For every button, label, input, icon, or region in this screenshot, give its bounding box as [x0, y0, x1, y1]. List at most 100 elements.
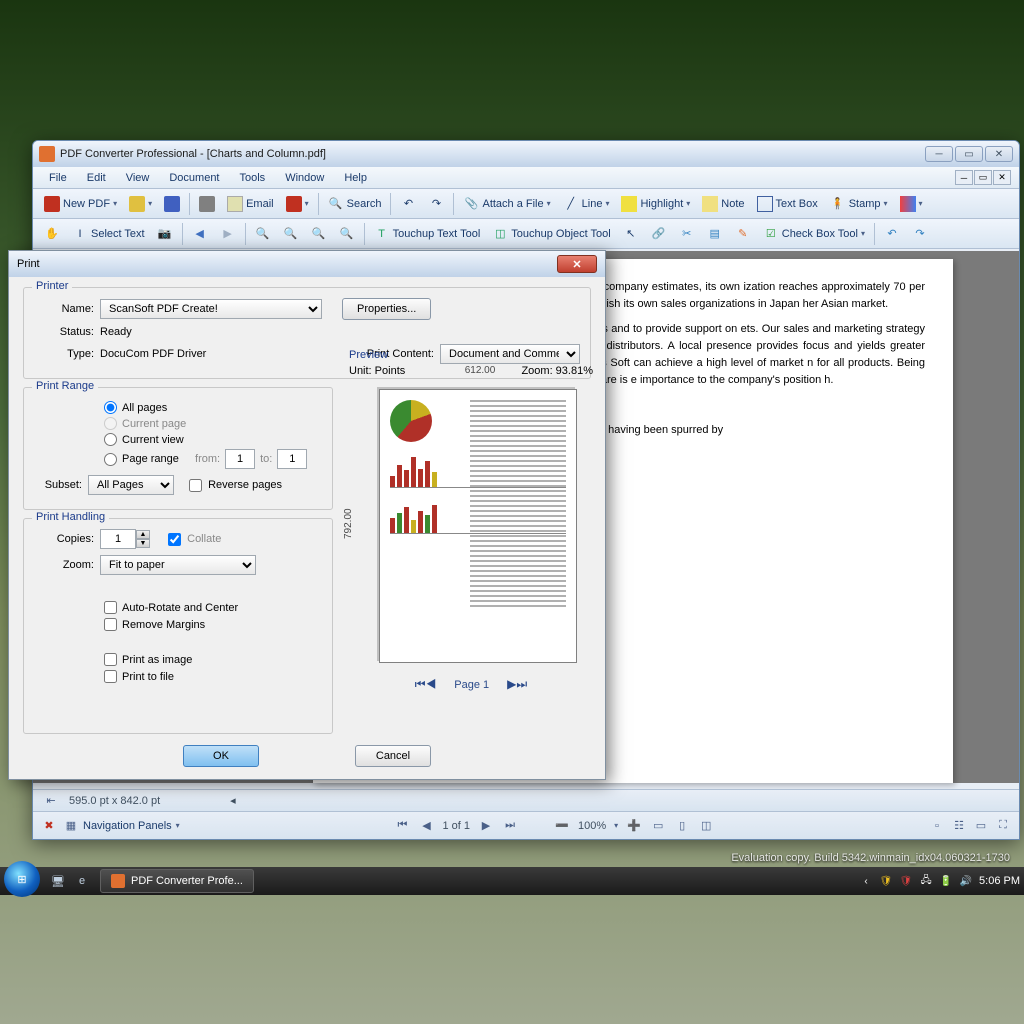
fit-page-icon[interactable]: ▭	[650, 818, 666, 834]
preview-last-icon[interactable]: ▶⏭	[507, 677, 527, 692]
view-facing-icon[interactable]: ▭	[973, 818, 989, 834]
to-input[interactable]	[277, 449, 307, 469]
ok-button[interactable]: OK	[183, 745, 259, 767]
note-button[interactable]: Note	[697, 192, 749, 216]
copies-spinner[interactable]: ▲▼	[100, 529, 150, 549]
subset-select[interactable]: All Pages	[88, 475, 174, 495]
sign-button[interactable]: ✎	[730, 222, 756, 246]
tray-expand-icon[interactable]: ‹	[859, 874, 873, 888]
export-pdf-button[interactable]: ▾	[281, 192, 314, 216]
touchup-object-button[interactable]: ◫Touchup Object Tool	[487, 222, 615, 246]
print-button[interactable]	[194, 192, 220, 216]
remove-margins-check[interactable]	[104, 618, 117, 631]
cancel-button[interactable]: Cancel	[355, 745, 431, 767]
menu-edit[interactable]: Edit	[79, 170, 114, 186]
tray-volume-icon[interactable]: 🔊	[959, 874, 973, 888]
collate-check[interactable]	[168, 533, 181, 546]
last-page-icon[interactable]: ⏭	[502, 818, 518, 834]
textbox-button[interactable]: Text Box	[752, 192, 823, 216]
form-button[interactable]: ▤	[702, 222, 728, 246]
nav-forward-button[interactable]: ▶	[215, 222, 241, 246]
first-page-icon[interactable]: ⏮	[395, 818, 411, 834]
zoom-select[interactable]: Fit to paper	[100, 555, 256, 575]
attach-file-button[interactable]: 📎Attach a File▾	[458, 192, 555, 216]
copies-input[interactable]	[100, 529, 136, 549]
line-button[interactable]: ╱Line▾	[558, 192, 615, 216]
view-fullscreen-icon[interactable]: ⛶	[995, 818, 1011, 834]
clock[interactable]: 5:06 PM	[979, 875, 1020, 887]
ie-icon[interactable]: e	[72, 871, 92, 891]
properties-button[interactable]: Properties...	[342, 298, 431, 320]
mdi-close[interactable]: ✕	[993, 170, 1011, 185]
zoom-out-nav-icon[interactable]: ➖	[554, 818, 570, 834]
prev-page-icon[interactable]: ◀	[419, 818, 435, 834]
status-left-icon[interactable]: ⇤	[43, 793, 59, 809]
dialog-titlebar[interactable]: Print ✕	[9, 251, 605, 277]
dialog-close-button[interactable]: ✕	[557, 255, 597, 273]
close-panel-icon[interactable]: ✖	[41, 818, 57, 834]
tray-network-icon[interactable]: 🖧	[919, 874, 933, 888]
next-page-icon[interactable]: ▶	[478, 818, 494, 834]
print-to-file-check[interactable]	[104, 670, 117, 683]
link-tool-button[interactable]: 🔗	[646, 222, 672, 246]
zoom-out-button[interactable]: 🔍	[278, 222, 304, 246]
titlebar[interactable]: PDF Converter Professional - [Charts and…	[33, 141, 1019, 167]
rotate-left-button[interactable]: ↶	[395, 192, 421, 216]
copies-down[interactable]: ▼	[136, 539, 150, 548]
page-range-radio[interactable]	[104, 453, 117, 466]
zoom-dynamic-button[interactable]: 🔍	[334, 222, 360, 246]
zoom-in-button[interactable]: 🔍	[250, 222, 276, 246]
crop-button[interactable]: ✂	[674, 222, 700, 246]
new-pdf-button[interactable]: New PDF▾	[39, 192, 122, 216]
menu-view[interactable]: View	[118, 170, 158, 186]
auto-rotate-check[interactable]	[104, 601, 117, 614]
stamp-button[interactable]: 🧍Stamp▾	[825, 192, 893, 216]
pointer-button[interactable]: ↖	[618, 222, 644, 246]
menu-help[interactable]: Help	[336, 170, 375, 186]
show-desktop-icon[interactable]: 🖥	[48, 871, 68, 891]
menu-tools[interactable]: Tools	[232, 170, 274, 186]
start-button[interactable]: ⊞	[4, 861, 40, 897]
checkbox-tool-button[interactable]: ☑Check Box Tool▾	[758, 222, 870, 246]
current-view-radio[interactable]	[104, 433, 117, 446]
preview-first-icon[interactable]: ⏮◀	[415, 677, 437, 692]
minimize-button[interactable]: ─	[925, 146, 953, 162]
tray-power-icon[interactable]: 🔋	[939, 874, 953, 888]
menu-file[interactable]: File	[41, 170, 75, 186]
view-single-icon[interactable]: ▫	[929, 818, 945, 834]
navigation-panels-button[interactable]: ▦ Navigation Panels ▾	[63, 818, 180, 834]
close-button[interactable]: ✕	[985, 146, 1013, 162]
highlight-button[interactable]: Highlight▾	[616, 192, 695, 216]
zoom-level[interactable]: 100%	[578, 820, 606, 832]
menu-window[interactable]: Window	[277, 170, 332, 186]
reverse-pages-check[interactable]	[189, 479, 202, 492]
fit-visible-icon[interactable]: ◫	[698, 818, 714, 834]
search-button[interactable]: 🔍Search	[323, 192, 387, 216]
touchup-text-button[interactable]: TTouchup Text Tool	[369, 222, 486, 246]
open-button[interactable]: ▾	[124, 192, 157, 216]
tray-shield-icon[interactable]: 🛡	[879, 874, 893, 888]
mdi-restore[interactable]: ▭	[974, 170, 992, 185]
select-text-button[interactable]: ISelect Text	[67, 222, 150, 246]
taskbar-app-button[interactable]: PDF Converter Profe...	[100, 869, 254, 893]
tray-security-icon[interactable]: 🛡	[899, 874, 913, 888]
redo-button[interactable]: ↷	[907, 222, 933, 246]
zoom-in-nav-icon[interactable]: ➕	[626, 818, 642, 834]
maximize-button[interactable]: ▭	[955, 146, 983, 162]
menu-document[interactable]: Document	[161, 170, 227, 186]
print-as-image-check[interactable]	[104, 653, 117, 666]
hand-tool-button[interactable]: ✋	[39, 222, 65, 246]
email-button[interactable]: Email	[222, 192, 279, 216]
mdi-minimize[interactable]: ─	[955, 170, 973, 185]
undo-button[interactable]: ↶	[879, 222, 905, 246]
save-button[interactable]	[159, 192, 185, 216]
view-continuous-icon[interactable]: ☷	[951, 818, 967, 834]
zoom-marquee-button[interactable]: 🔍	[306, 222, 332, 246]
more-button[interactable]: ▾	[895, 192, 928, 216]
print-content-select[interactable]: Document and Comments	[440, 344, 580, 364]
all-pages-radio[interactable]	[104, 401, 117, 414]
printer-name-select[interactable]: ScanSoft PDF Create!	[100, 299, 322, 319]
nav-back-button[interactable]: ◀	[187, 222, 213, 246]
fit-width-icon[interactable]: ▯	[674, 818, 690, 834]
snapshot-button[interactable]: 📷	[152, 222, 178, 246]
